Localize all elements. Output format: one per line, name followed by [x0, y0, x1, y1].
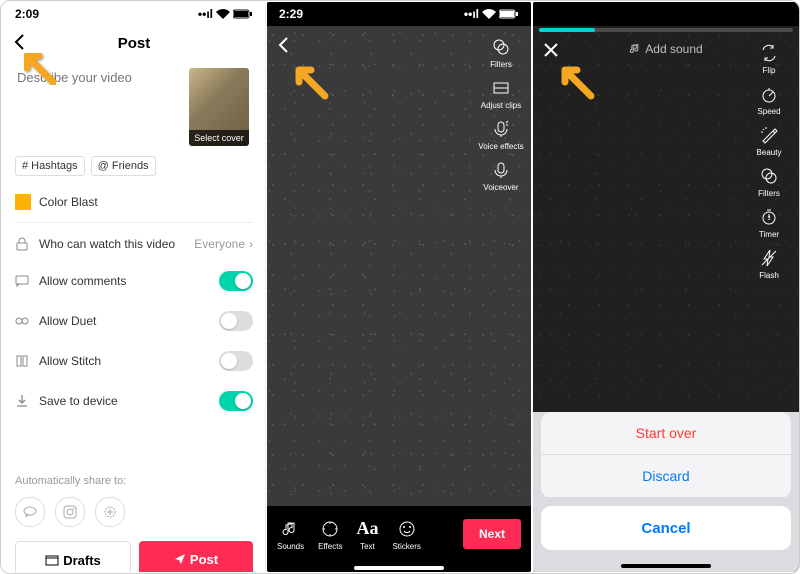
sounds-tool[interactable]: Sounds [277, 518, 304, 551]
privacy-value: Everyone› [194, 237, 253, 251]
text-icon: Aa [356, 518, 378, 540]
flash-tool[interactable]: Flash [745, 247, 793, 280]
comments-row: Allow comments [3, 261, 265, 301]
post-button[interactable]: Post [139, 541, 253, 572]
post-screen: 2:09 ••ıl Post Select cover # Hashtags @… [3, 2, 266, 572]
flip-tool[interactable]: Flip [745, 42, 793, 75]
duet-toggle[interactable] [219, 311, 253, 331]
stitch-icon [15, 354, 29, 368]
status-icons: ••ıl [464, 7, 519, 21]
action-sheet: Start over Discard Cancel [533, 412, 799, 572]
status-icons: ••ıl [198, 7, 253, 21]
filters-icon [758, 165, 780, 187]
progress-fill [539, 28, 595, 32]
stitch-toggle[interactable] [219, 351, 253, 371]
duet-icon [15, 314, 29, 328]
auto-share-label: Automatically share to: [3, 469, 265, 493]
save-row: Save to device [3, 381, 265, 421]
back-button[interactable] [277, 36, 289, 59]
voiceover-icon [490, 159, 512, 181]
effects-tool[interactable]: Effects [318, 518, 342, 551]
share-more-icon[interactable] [95, 497, 125, 527]
voice-effects-tool[interactable]: Voice effects [477, 118, 525, 151]
button-row: Drafts Post [3, 531, 265, 572]
save-toggle[interactable] [219, 391, 253, 411]
status-bar: 2:09 ••ıl [3, 2, 265, 26]
describe-input[interactable] [15, 68, 189, 142]
friends-chip[interactable]: @ Friends [91, 156, 156, 176]
save-label: Save to device [39, 394, 118, 408]
timer-tool[interactable]: 3Timer [745, 206, 793, 239]
bottom-tools: Sounds Effects AaText Stickers [277, 518, 421, 551]
home-indicator [354, 566, 444, 570]
download-icon [15, 394, 29, 408]
bottom-bar: Sounds Effects AaText Stickers Next [267, 506, 531, 562]
discard-button[interactable]: Discard [541, 455, 791, 498]
voiceover-tool[interactable]: Voiceover [477, 159, 525, 192]
back-button[interactable] [13, 33, 25, 56]
timer-icon: 3 [758, 206, 780, 228]
filters-icon [490, 36, 512, 58]
stickers-tool[interactable]: Stickers [392, 518, 420, 551]
speed-tool[interactable]: Speed [745, 83, 793, 116]
select-cover-label: Select cover [189, 130, 249, 146]
cover-thumbnail[interactable]: Select cover [189, 68, 249, 146]
drafts-button[interactable]: Drafts [15, 541, 131, 572]
stickers-icon [396, 518, 418, 540]
effect-icon [15, 194, 31, 210]
lock-icon [15, 237, 29, 251]
effect-label: Color Blast [39, 195, 98, 209]
right-tools: Filters Adjust clips Voice effects Voice… [477, 36, 525, 192]
duet-row: Allow Duet [3, 301, 265, 341]
share-row [3, 493, 265, 531]
comments-label: Allow comments [39, 274, 126, 288]
description-area: Select cover [3, 60, 265, 154]
effects-icon [319, 518, 341, 540]
effect-row[interactable]: Color Blast [3, 186, 265, 218]
share-message-icon[interactable] [15, 497, 45, 527]
stitch-row: Allow Stitch [3, 341, 265, 381]
stitch-label: Allow Stitch [39, 354, 101, 368]
hashtags-chip[interactable]: # Hashtags [15, 156, 85, 176]
filters-tool[interactable]: Filters [745, 165, 793, 198]
flash-icon [758, 247, 780, 269]
speed-icon [758, 83, 780, 105]
status-time: 2:09 [15, 7, 39, 21]
duet-label: Allow Duet [39, 314, 96, 328]
comment-icon [15, 274, 29, 288]
beauty-tool[interactable]: Beauty [745, 124, 793, 157]
text-tool[interactable]: AaText [356, 518, 378, 551]
add-sound-button[interactable]: Add sound [629, 42, 702, 56]
privacy-label: Who can watch this video [39, 237, 175, 251]
share-instagram-icon[interactable] [55, 497, 85, 527]
progress-bar [539, 28, 793, 32]
svg-text:3: 3 [768, 216, 771, 222]
cancel-button[interactable]: Cancel [541, 506, 791, 550]
divider [15, 222, 253, 223]
record-screen: .. Add sound Flip Speed Beauty Filters 3… [533, 2, 799, 572]
edit-screen: 2:29 ••ıl Filters Adjust clips Voice eff… [267, 2, 531, 572]
privacy-row[interactable]: Who can watch this video Everyone› [3, 227, 265, 261]
beauty-icon [758, 124, 780, 146]
chip-row: # Hashtags @ Friends [3, 154, 265, 186]
page-title: Post [118, 35, 151, 52]
header: Post [3, 26, 265, 60]
sounds-icon [280, 518, 302, 540]
close-button[interactable] [543, 42, 559, 63]
flip-icon [758, 42, 780, 64]
adjust-clips-tool[interactable]: Adjust clips [477, 77, 525, 110]
filters-tool[interactable]: Filters [477, 36, 525, 69]
status-bar: 2:29 ••ıl [267, 2, 531, 26]
status-time: 2:29 [279, 7, 303, 21]
start-over-button[interactable]: Start over [541, 412, 791, 455]
right-tools: Flip Speed Beauty Filters 3Timer Flash [745, 42, 793, 280]
next-button[interactable]: Next [463, 519, 521, 549]
voice-effects-icon [490, 118, 512, 140]
comments-toggle[interactable] [219, 271, 253, 291]
adjust-clips-icon [490, 77, 512, 99]
